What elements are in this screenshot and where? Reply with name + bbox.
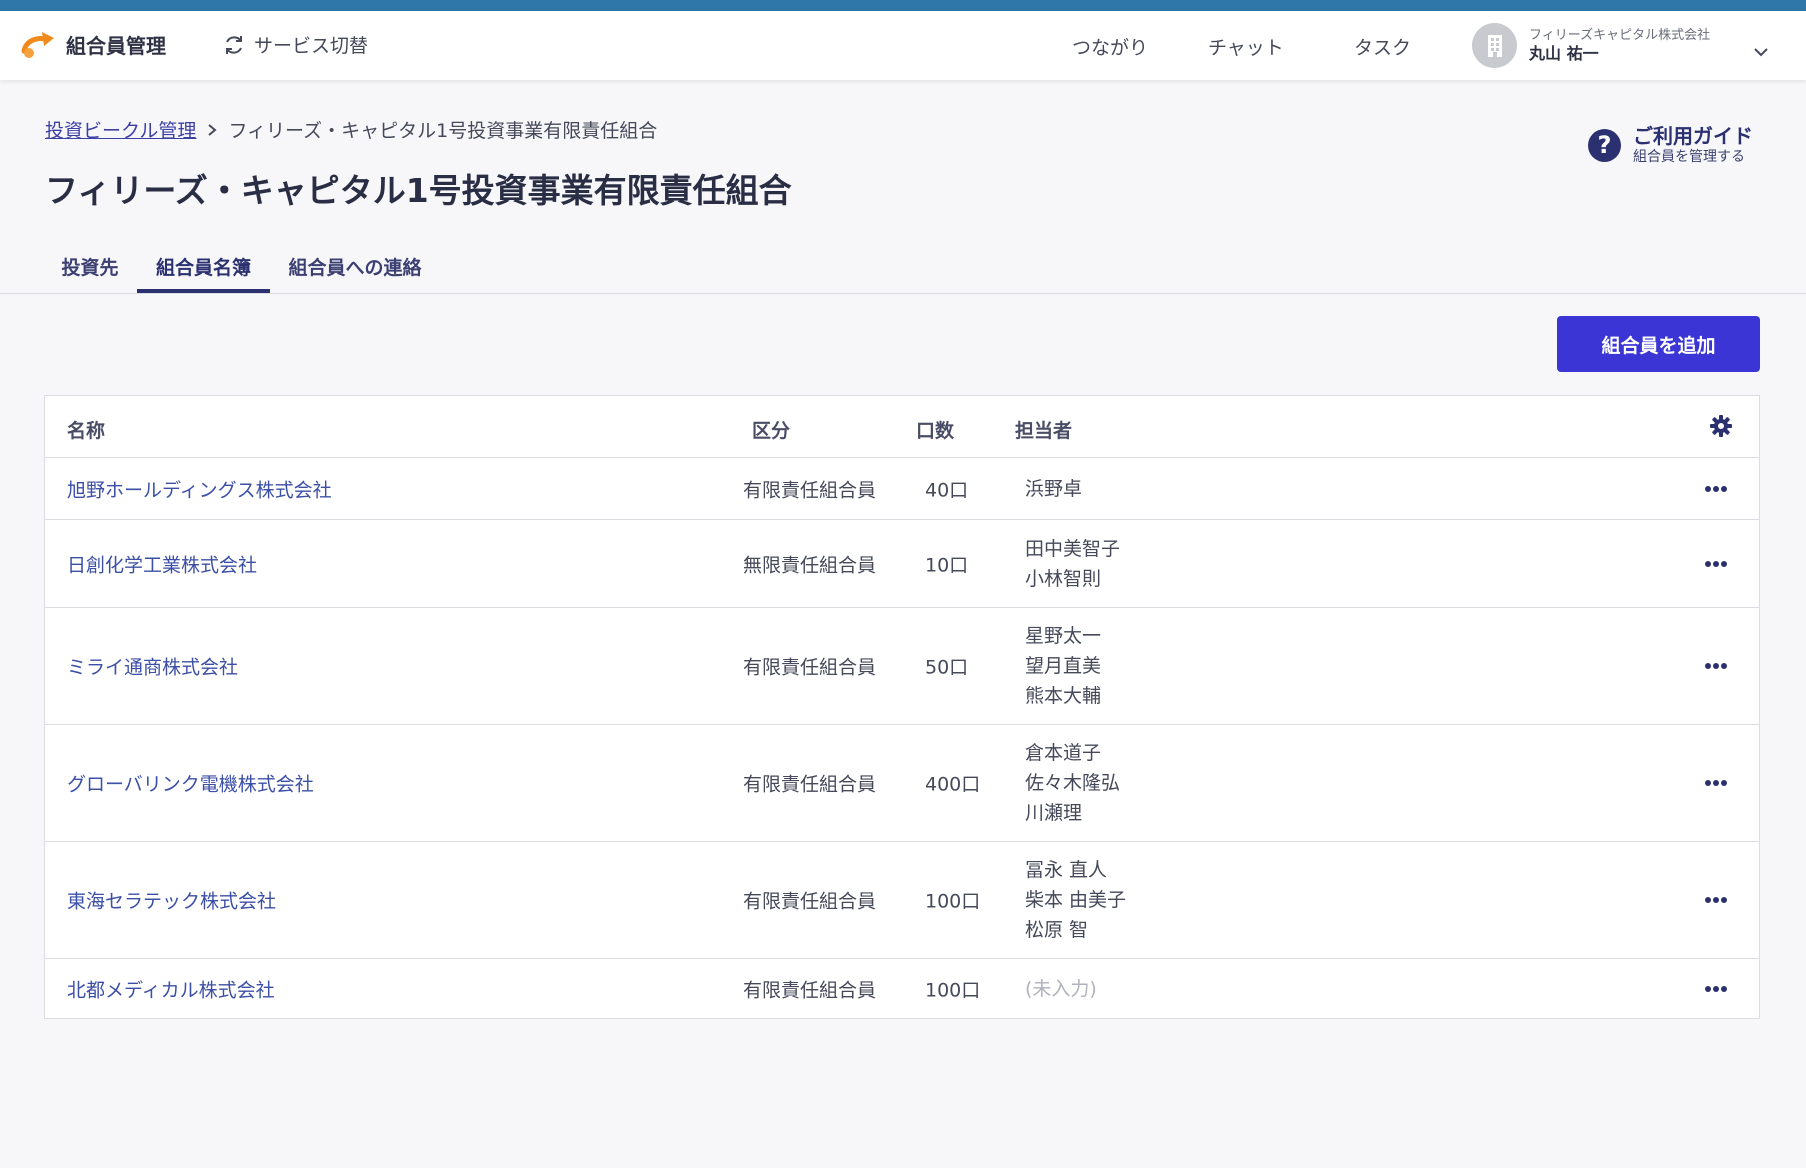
staff-name: 川瀬理 — [1025, 802, 1083, 824]
table-row[interactable]: 日創化学工業株式会社 無限責任組合員 10口 田中美智子 小林智則 — [45, 520, 1759, 608]
user-menu[interactable]: フィリーズキャピタル株式会社 丸山 祐一 — [1472, 23, 1710, 68]
nav-connections[interactable]: つながり — [1072, 33, 1148, 60]
table-row[interactable]: 旭野ホールディングス株式会社 有限責任組合員 40口 浜野卓 — [45, 458, 1759, 520]
staff-name: 冨永 直人 — [1025, 859, 1108, 881]
table-row[interactable]: 北都メディカル株式会社 有限責任組合員 100口 (未入力) — [45, 959, 1759, 1018]
table-row[interactable]: ミライ通商株式会社 有限責任組合員 50口 星野太一 望月直美 熊本大輔 — [45, 608, 1759, 725]
tab-investments[interactable]: 投資先 — [46, 253, 134, 293]
column-header-category[interactable]: 区分 — [752, 416, 790, 443]
staff-name: 星野太一 — [1025, 625, 1102, 647]
member-category: 無限責任組合員 — [743, 554, 877, 576]
more-options-icon[interactable] — [1701, 778, 1731, 788]
user-name: 丸山 祐一 — [1529, 44, 1599, 63]
staff-name: 望月直美 — [1025, 655, 1102, 677]
member-table: 名称 区分 口数 担当者 旭野ホールディングス株式会社 有限責任組合員 40口 … — [44, 395, 1760, 1019]
member-category: 有限責任組合員 — [743, 479, 877, 501]
nav-tasks[interactable]: タスク — [1354, 33, 1411, 60]
more-options-icon[interactable] — [1701, 484, 1731, 494]
table-header: 名称 区分 口数 担当者 — [45, 396, 1759, 458]
member-staff: 浜野卓 — [1025, 474, 1082, 504]
column-header-staff[interactable]: 担当者 — [1015, 416, 1072, 443]
more-options-icon[interactable] — [1701, 895, 1731, 905]
staff-name: 松原 智 — [1025, 919, 1089, 941]
member-staff: 田中美智子 小林智則 — [1025, 534, 1120, 594]
page-title: フィリーズ・キャピタル1号投資事業有限責任組合 — [45, 171, 792, 210]
tab-bar: 投資先 組合員名簿 組合員への連絡 — [0, 245, 1806, 294]
guide-subtitle: 組合員を管理する — [1633, 149, 1745, 165]
table-row[interactable]: 東海セラテック株式会社 有限責任組合員 100口 冨永 直人 柴本 由美子 松原… — [45, 842, 1759, 959]
member-units: 10口 — [925, 554, 969, 576]
app-title: 組合員管理 — [66, 33, 166, 58]
breadcrumb-current: フィリーズ・キャピタル1号投資事業有限責任組合 — [228, 120, 658, 142]
member-name-link[interactable]: 北都メディカル株式会社 — [67, 975, 275, 1002]
staff-name: 熊本大輔 — [1025, 685, 1102, 707]
member-staff: (未入力) — [1025, 974, 1097, 1004]
member-category: 有限責任組合員 — [743, 656, 877, 679]
member-units: 100口 — [925, 890, 981, 913]
staff-name: 柴本 由美子 — [1025, 889, 1127, 911]
chevron-down-icon[interactable] — [1752, 45, 1770, 59]
member-category: 有限責任組合員 — [743, 890, 877, 913]
breadcrumb-parent-link[interactable]: 投資ビークル管理 — [45, 116, 196, 143]
gear-icon[interactable] — [1709, 414, 1733, 438]
member-staff: 倉本道子 佐々木隆弘 川瀬理 — [1025, 738, 1120, 828]
staff-placeholder: (未入力) — [1025, 977, 1097, 1000]
add-member-button[interactable]: 組合員を追加 — [1557, 316, 1760, 372]
member-staff: 冨永 直人 柴本 由美子 松原 智 — [1025, 855, 1126, 945]
column-header-units[interactable]: 口数 — [916, 416, 954, 443]
member-category: 有限責任組合員 — [743, 773, 877, 796]
tab-member-list[interactable]: 組合員名簿 — [137, 253, 270, 293]
member-name-link[interactable]: 東海セラテック株式会社 — [67, 887, 276, 914]
member-staff: 星野太一 望月直美 熊本大輔 — [1025, 621, 1101, 711]
top-stripe — [0, 0, 1806, 11]
member-units: 400口 — [925, 773, 981, 796]
member-name-link[interactable]: ミライ通商株式会社 — [67, 653, 238, 680]
logo-icon — [21, 32, 54, 58]
app-header: 組合員管理 サービス切替 つながり チャット タスク フィリーズキャピタル株式会… — [0, 11, 1806, 80]
help-icon: ? — [1588, 128, 1621, 162]
breadcrumb: 投資ビークル管理 フィリーズ・キャピタル1号投資事業有限責任組合 — [45, 116, 657, 143]
guide-title: ご利用ガイド — [1633, 124, 1753, 148]
staff-name: 倉本道子 — [1025, 742, 1102, 764]
member-name-link[interactable]: 旭野ホールディングス株式会社 — [67, 475, 332, 502]
avatar — [1472, 23, 1517, 68]
more-options-icon[interactable] — [1701, 661, 1731, 671]
member-name-link[interactable]: グローバリンク電機株式会社 — [67, 770, 314, 797]
staff-name: 佐々木隆弘 — [1025, 772, 1121, 794]
refresh-icon — [226, 35, 242, 54]
column-header-name[interactable]: 名称 — [67, 416, 105, 443]
staff-name: 田中美智子 — [1025, 537, 1121, 560]
member-units: 50口 — [925, 656, 969, 679]
tab-member-contact[interactable]: 組合員への連絡 — [280, 253, 430, 293]
table-row[interactable]: グローバリンク電機株式会社 有限責任組合員 400口 倉本道子 佐々木隆弘 川瀬… — [45, 725, 1759, 842]
member-units: 100口 — [925, 979, 981, 1001]
more-options-icon[interactable] — [1701, 984, 1731, 994]
staff-name: 浜野卓 — [1025, 477, 1083, 500]
more-options-icon[interactable] — [1701, 559, 1731, 569]
service-switch-label: サービス切替 — [254, 35, 369, 57]
usage-guide-link[interactable]: ? ご利用ガイド 組合員を管理する — [1588, 124, 1753, 166]
member-name-link[interactable]: 日創化学工業株式会社 — [67, 550, 257, 577]
app-logo[interactable]: 組合員管理 — [20, 29, 166, 59]
service-switch-button[interactable]: サービス切替 — [222, 31, 368, 58]
chevron-right-icon — [208, 123, 217, 136]
staff-name: 小林智則 — [1025, 567, 1102, 590]
member-units: 40口 — [925, 479, 969, 501]
user-org: フィリーズキャピタル株式会社 — [1529, 28, 1711, 43]
member-category: 有限責任組合員 — [743, 979, 877, 1001]
building-icon — [1487, 34, 1502, 57]
nav-chat[interactable]: チャット — [1208, 33, 1284, 60]
